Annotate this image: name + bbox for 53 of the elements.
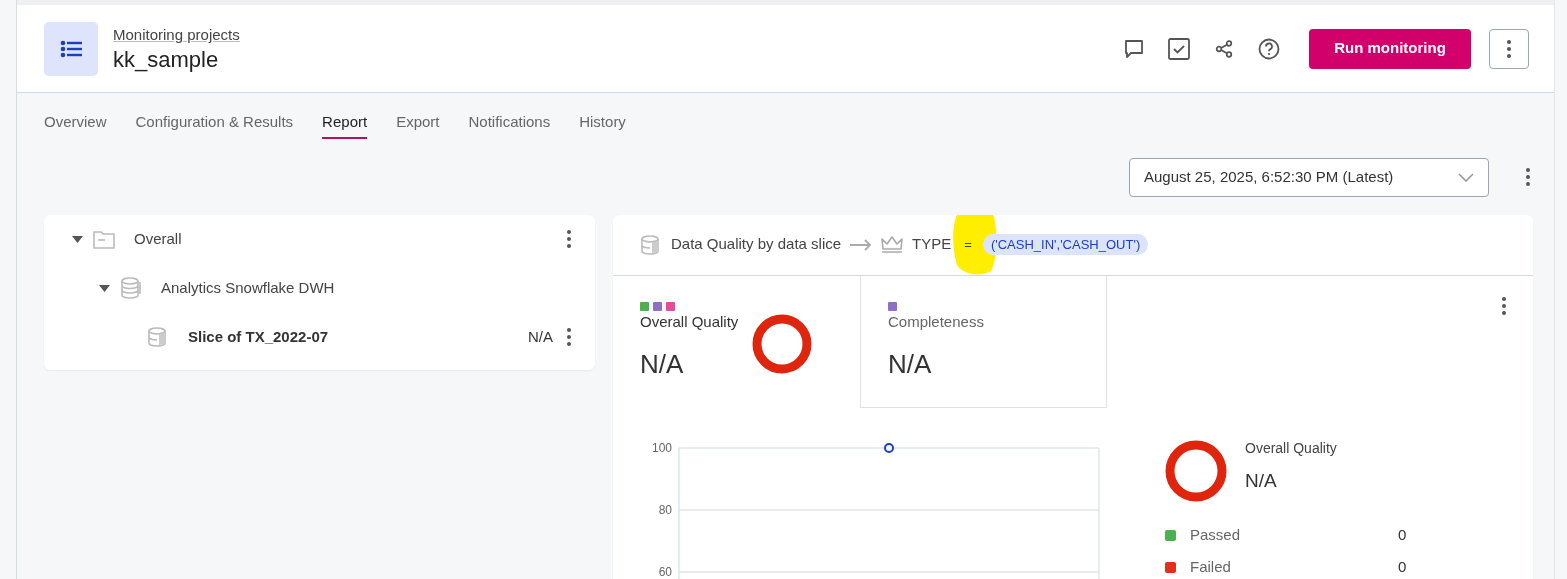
- tree-item[interactable]: Analytics Snowflake DWH: [161, 276, 335, 300]
- metric-title: Overall Quality: [640, 311, 740, 332]
- axis-tick-label: 60: [658, 564, 672, 579]
- kebab-icon: [1507, 39, 1511, 58]
- folder-icon: [93, 229, 115, 249]
- more-menu-icon[interactable]: [567, 230, 571, 248]
- legend-count: 0: [1398, 557, 1407, 578]
- tree-item[interactable]: Slice of TX_2022-07: [188, 325, 329, 349]
- collapse-arrow-icon[interactable]: [98, 284, 110, 292]
- tab[interactable]: History: [579, 111, 626, 139]
- filter-value-chip: ('CASH_IN','CASH_OUT'): [982, 233, 1149, 256]
- summary-title: Overall Quality: [1245, 438, 1337, 458]
- more-menu-icon[interactable]: [567, 328, 571, 346]
- data-slice-icon: [147, 326, 169, 348]
- arrow-icon: [850, 238, 873, 251]
- metric-title: Completeness: [888, 311, 985, 332]
- legend-label: Passed: [1190, 525, 1242, 546]
- project-list-icon: [44, 21, 98, 76]
- run-date-select[interactable]: August 25, 2025, 6:52:30 PM (Latest): [1129, 157, 1489, 197]
- crown-icon: [881, 234, 904, 255]
- summary-value: N/A: [1245, 468, 1278, 493]
- legend-label: Failed: [1190, 557, 1232, 578]
- tree-item[interactable]: Overall: [134, 227, 182, 251]
- more-menu-button[interactable]: [1489, 28, 1529, 69]
- score-text: N/A: [528, 326, 553, 347]
- more-menu-icon[interactable]: [1502, 296, 1506, 315]
- data-slice-icon: [640, 233, 662, 256]
- collapse-arrow-icon[interactable]: [71, 235, 83, 243]
- breadcrumb-link[interactable]: Monitoring projects: [113, 26, 240, 44]
- tab[interactable]: Export: [396, 111, 440, 139]
- more-menu-icon[interactable]: [1523, 167, 1533, 187]
- legend-count: 0: [1398, 525, 1407, 546]
- data-point: [884, 442, 894, 453]
- axis-tick-label: 80: [658, 502, 672, 517]
- metric-value: N/A: [888, 348, 933, 381]
- help-icon[interactable]: [1257, 36, 1281, 61]
- tab[interactable]: Report: [322, 111, 368, 139]
- tab[interactable]: Overview: [44, 111, 107, 139]
- tab[interactable]: Notifications: [468, 111, 551, 139]
- donut-icon: [752, 313, 812, 374]
- run-monitoring-button[interactable]: Run monitoring: [1309, 28, 1471, 69]
- tab[interactable]: Configuration & Results: [135, 111, 294, 139]
- project-title: kk_sample: [113, 46, 220, 73]
- database-icon: [120, 277, 142, 299]
- operator-text: =: [964, 235, 972, 254]
- column-name: TYPE: [912, 234, 952, 255]
- checkbox-icon[interactable]: [1167, 36, 1191, 61]
- metric-value: N/A: [640, 348, 685, 381]
- donut-chart-icon: [1165, 439, 1227, 502]
- chevron-down-icon: [1458, 172, 1474, 182]
- data-source-link[interactable]: Data Quality by data slice: [671, 233, 842, 256]
- axis-tick-label: 100: [651, 440, 672, 455]
- metric-card[interactable]: Completeness N/A: [860, 275, 1107, 408]
